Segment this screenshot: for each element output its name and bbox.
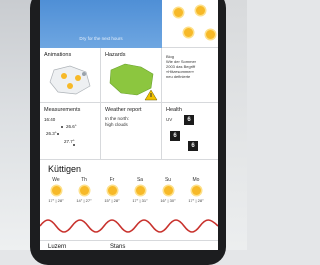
location-tile-label[interactable]: Stans [110, 244, 125, 250]
animations-tile[interactable]: Animations [40, 48, 101, 103]
day-name: Fr [109, 177, 115, 183]
forecast-day[interactable]: Mo 17° | 28° [184, 177, 208, 203]
background-right [225, 0, 247, 250]
sun-icon [79, 186, 89, 195]
day-temperatures: 14° | 27° [76, 198, 92, 203]
health-tile[interactable]: Health UV 6 6 6 [162, 103, 218, 160]
forecast-day[interactable]: Fr 15° | 28° [100, 177, 124, 203]
forecast-day[interactable]: Th 14° | 27° [72, 177, 96, 203]
day-temperatures: 16° | 30° [160, 198, 176, 203]
forecast-icons-tile[interactable] [162, 0, 218, 48]
sun-icon [51, 186, 61, 195]
weather-report-text: In the north: [105, 116, 130, 121]
section-divider [40, 240, 218, 241]
forecast-location: Küttigen [48, 164, 82, 174]
sun-icon [174, 8, 183, 17]
measurement-dots [57, 126, 75, 146]
sun-icon [206, 30, 215, 39]
uv-index-badge: 6 [170, 131, 180, 141]
banner-text: Dry for the next hours [79, 36, 123, 41]
health-label: Health [166, 107, 182, 113]
hazard-map-icon [109, 63, 158, 101]
sun-icon [191, 186, 201, 195]
day-name: Th [81, 177, 87, 183]
forecast-day[interactable]: Su 16° | 30° [156, 177, 180, 203]
sun-icon [163, 186, 173, 195]
day-temperatures: 17° | 28° [48, 198, 64, 203]
day-name: Su [164, 177, 172, 183]
uv-index-badge: 6 [188, 141, 198, 151]
blog-text-line: neu definierte [166, 74, 191, 79]
weather-report-text: high clouds [105, 122, 128, 127]
location-tile-label[interactable]: Luzern [48, 244, 66, 250]
sun-icon [196, 6, 205, 15]
day-name: Sa [136, 177, 144, 183]
weather-banner[interactable]: Dry for the next hours [40, 0, 162, 48]
day-name: We [52, 177, 60, 183]
weather-report-tile[interactable]: Weather report In the north: high clouds [101, 103, 162, 160]
app-screen: Dry for the next hours Animations Hazard… [40, 0, 218, 250]
temperature-curve [40, 219, 218, 233]
day-name: Mo [192, 177, 200, 183]
day-temperatures: 17° | 31° [132, 198, 148, 203]
hazards-tile[interactable]: Hazards [101, 48, 162, 103]
forecast-day[interactable]: Sa 17° | 31° [128, 177, 152, 203]
sun-icon [184, 28, 193, 37]
weather-report-label: Weather report [105, 107, 142, 113]
measurements-tile[interactable]: Measurements 16:40 26.6° 26.3° 27.7° [40, 103, 101, 160]
uv-index-badge: 6 [184, 115, 194, 125]
day-temperatures: 15° | 28° [104, 198, 120, 203]
sun-icon [107, 186, 117, 195]
day-temperatures: 17° | 28° [188, 198, 204, 203]
animation-map-icon [49, 65, 91, 95]
forecast-day[interactable]: We 17° | 28° [44, 177, 68, 203]
uv-label: UV [166, 117, 173, 122]
blog-tile[interactable]: Blog Wie der Sommer 2003 das Begriff «Hi… [162, 48, 218, 103]
sun-icon [135, 186, 145, 195]
